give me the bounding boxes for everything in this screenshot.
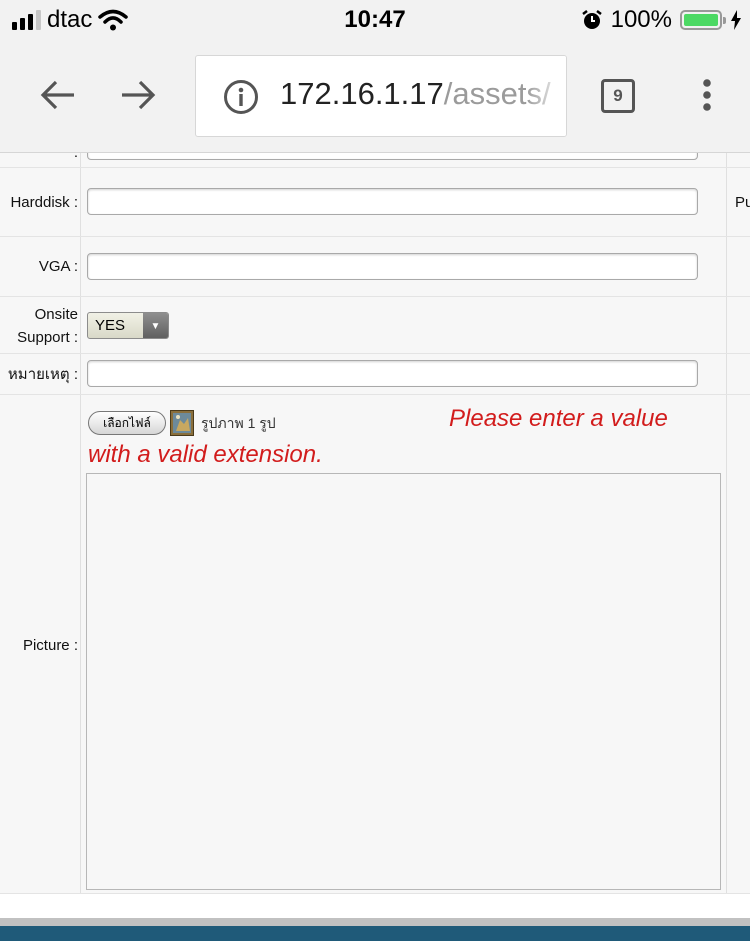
form-row-partial: :: [0, 153, 750, 168]
remark-label: หมายเหตุ :: [7, 366, 78, 383]
column-divider: [726, 395, 727, 893]
form-row-remark: หมายเหตุ :: [0, 354, 750, 395]
validation-error-line2: with a valid extension.: [88, 441, 323, 468]
url-fade: [526, 56, 566, 136]
dropdown-arrow-icon: ▼: [143, 313, 168, 338]
onsite-label-line2: Support :: [17, 329, 78, 346]
form-row-harddisk: Harddisk : Pu: [0, 168, 750, 237]
partial-label: :: [0, 153, 78, 164]
back-button[interactable]: [36, 73, 80, 117]
column-divider: [80, 395, 81, 893]
vga-label: VGA :: [38, 258, 78, 275]
partial-input[interactable]: [87, 153, 698, 160]
column-divider: [80, 297, 81, 353]
harddisk-label: Harddisk :: [10, 194, 78, 211]
forward-arrow-icon: [122, 80, 156, 110]
status-right: 100%: [581, 6, 742, 34]
battery-percent: 100%: [610, 6, 672, 33]
file-status-text: รูปภาพ 1 รูป: [201, 415, 276, 431]
address-bar[interactable]: 172.16.1.17/assets/: [195, 55, 567, 137]
onsite-support-value: YES: [95, 317, 126, 334]
onsite-support-select[interactable]: YES ▼: [87, 312, 169, 339]
tab-count: 9: [613, 86, 623, 105]
picture-label: Picture :: [22, 637, 78, 654]
charging-icon: [731, 10, 741, 30]
column-divider: [726, 354, 727, 394]
bottom-separator: [0, 918, 750, 926]
back-arrow-icon: [40, 80, 74, 110]
onsite-support-label: Onsite Support :: [0, 303, 78, 349]
forward-button[interactable]: [116, 73, 160, 117]
url-host: 172.16.1.17: [280, 76, 444, 111]
url-text: 172.16.1.17/assets/: [280, 76, 551, 112]
alarm-icon: [581, 10, 602, 29]
column-divider: [80, 237, 81, 296]
remark-input[interactable]: [87, 360, 698, 387]
column-divider: [726, 153, 727, 167]
menu-icon: [703, 79, 711, 111]
image-file-icon: [170, 410, 194, 436]
column-divider: [80, 153, 81, 167]
browser-toolbar: 172.16.1.17/assets/ 9: [0, 40, 750, 153]
harddisk-input[interactable]: [87, 188, 698, 215]
info-icon[interactable]: [223, 79, 259, 115]
side-column-label: Pu: [735, 194, 750, 211]
menu-button[interactable]: [685, 73, 729, 117]
form-row-vga: VGA :: [0, 237, 750, 297]
picture-preview: [86, 473, 721, 890]
choose-file-button[interactable]: เลือกไฟล์: [88, 411, 166, 435]
column-divider: [726, 297, 727, 353]
column-divider: [726, 168, 727, 236]
page-footer: [0, 926, 750, 941]
battery-icon: [680, 10, 726, 30]
column-divider: [80, 354, 81, 394]
page-content: : Harddisk : Pu VGA : Onsite Support : Y…: [0, 153, 750, 941]
form-row-picture: Picture : เลือกไฟล์ รูปภาพ 1 รูป Please …: [0, 395, 750, 894]
column-divider: [80, 168, 81, 236]
battery-fill: [684, 14, 718, 26]
form-row-onsite-support: Onsite Support : YES ▼: [0, 297, 750, 354]
column-divider: [726, 237, 727, 296]
tabs-icon[interactable]: 9: [601, 79, 635, 113]
onsite-label-line1: Onsite: [34, 306, 78, 323]
vga-input[interactable]: [87, 253, 698, 280]
status-bar: dtac 10:47 100%: [0, 0, 750, 40]
validation-error-line1: Please enter a value: [449, 405, 668, 432]
